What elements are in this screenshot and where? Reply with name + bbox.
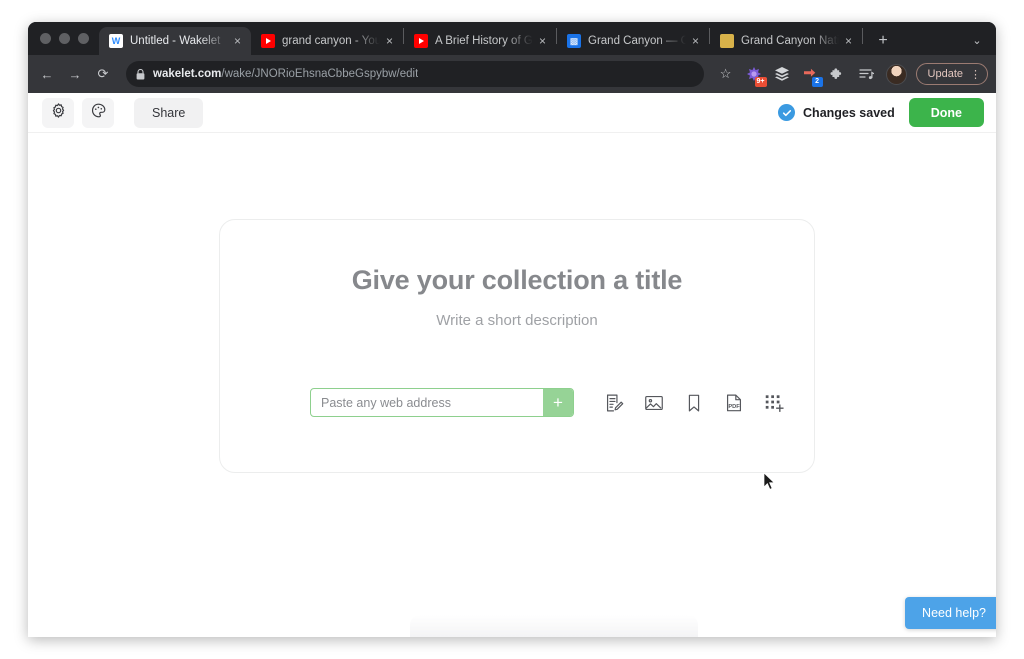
browser-tab-brief-history[interactable]: A Brief History of Grand Ca ×: [404, 27, 556, 55]
text-note-icon[interactable]: [602, 391, 626, 415]
url-path: /wake/JNORioEhsnaCbbeGspybw/edit: [221, 68, 419, 80]
done-button[interactable]: Done: [908, 98, 984, 127]
browser-tab-google-arts[interactable]: ▩ Grand Canyon — Google A ×: [557, 27, 709, 55]
pocket-save-icon[interactable]: 2: [798, 62, 823, 87]
need-help-button[interactable]: Need help?: [905, 597, 996, 629]
bottom-panel-edge: [410, 615, 698, 637]
extension-puzzle-burst-icon[interactable]: 9+: [742, 62, 767, 87]
profile-avatar[interactable]: [885, 63, 907, 85]
collection-title-placeholder[interactable]: Give your collection a title: [220, 265, 814, 296]
browser-tab-nps-grand-canyon[interactable]: Grand Canyon National Pa ×: [710, 27, 862, 55]
minimize-window-button[interactable]: [59, 33, 70, 44]
chrome-menu-icon[interactable]: ⋮: [970, 68, 981, 81]
status-label: Changes saved: [803, 105, 895, 120]
close-tab-icon[interactable]: ×: [841, 34, 856, 49]
browser-tab-wakelet[interactable]: W Untitled - Wakelet ×: [99, 27, 251, 55]
google-arts-icon: ▩: [567, 34, 581, 48]
share-button[interactable]: Share: [134, 97, 204, 128]
palette-icon: [90, 102, 107, 124]
nps-icon: [720, 34, 734, 48]
svg-text:PDF: PDF: [728, 404, 740, 410]
theme-button[interactable]: [82, 97, 114, 128]
wakelet-icon: W: [109, 34, 123, 48]
check-circle-icon: [778, 104, 796, 121]
browser-toolbar: ← → ⟳ wakelet.com/wake/JNORioEhsnaCbbeGs…: [28, 55, 996, 93]
maximize-window-button[interactable]: [78, 33, 89, 44]
extensions-puzzle-icon[interactable]: [826, 62, 850, 86]
grid-add-icon[interactable]: [762, 391, 786, 415]
address-bar[interactable]: wakelet.com/wake/JNORioEhsnaCbbeGspybw/e…: [126, 61, 704, 87]
youtube-icon: [414, 34, 428, 48]
tab-title: Grand Canyon — Google A: [588, 35, 686, 47]
close-tab-icon[interactable]: ×: [382, 34, 397, 49]
close-tab-icon[interactable]: ×: [535, 34, 550, 49]
update-button[interactable]: Update ⋮: [915, 63, 988, 85]
url-input-group: +: [310, 388, 574, 417]
collection-description-placeholder[interactable]: Write a short description: [220, 312, 814, 329]
bookmark-icon[interactable]: [682, 391, 706, 415]
image-icon[interactable]: [642, 391, 666, 415]
layers-stack-icon[interactable]: [770, 62, 794, 86]
app-header-right: Changes saved Done: [778, 98, 984, 127]
extension-badge: 9+: [754, 77, 767, 87]
youtube-icon: [261, 34, 275, 48]
mouse-cursor: [763, 472, 776, 496]
content-type-toolbar: PDF: [602, 391, 786, 415]
tab-title: A Brief History of Grand Ca: [435, 35, 533, 47]
window-traffic-lights: [34, 22, 99, 55]
status-badge: Changes saved: [778, 104, 895, 121]
tab-title: grand canyon - YouTube: [282, 35, 380, 47]
bookmark-star-icon[interactable]: ☆: [714, 62, 738, 86]
address-bar-url: wakelet.com/wake/JNORioEhsnaCbbeGspybw/e…: [153, 68, 418, 80]
url-input[interactable]: [311, 389, 543, 416]
add-content-row: +: [310, 388, 786, 417]
wakelet-app-header: Share Changes saved Done: [28, 93, 996, 133]
settings-button[interactable]: [42, 97, 74, 128]
extension-badge: 2: [811, 77, 823, 87]
tab-title: Grand Canyon National Pa: [741, 35, 839, 47]
reading-list-icon[interactable]: [854, 62, 878, 86]
new-tab-button[interactable]: +: [869, 27, 897, 55]
page-viewport: Share Changes saved Done Give your colle…: [28, 93, 996, 637]
lock-icon: [136, 68, 145, 80]
url-domain: wakelet.com: [153, 68, 222, 80]
tab-divider: [862, 27, 863, 44]
back-arrow-icon[interactable]: ←: [34, 61, 60, 87]
forward-arrow-icon[interactable]: →: [62, 61, 88, 87]
update-label: Update: [927, 68, 963, 80]
browser-window: W Untitled - Wakelet × grand canyon - Yo…: [28, 22, 996, 637]
tab-search-chevron-down-icon[interactable]: ⌄: [966, 29, 988, 51]
browser-tab-youtube-grand-canyon[interactable]: grand canyon - YouTube ×: [251, 27, 403, 55]
tab-title: Untitled - Wakelet: [130, 35, 221, 47]
close-tab-icon[interactable]: ×: [230, 34, 245, 49]
tab-strip: W Untitled - Wakelet × grand canyon - Yo…: [28, 22, 996, 55]
close-tab-icon[interactable]: ×: [688, 34, 703, 49]
reload-icon[interactable]: ⟳: [90, 61, 116, 87]
collection-card: Give your collection a title Write a sho…: [219, 219, 815, 473]
close-window-button[interactable]: [40, 33, 51, 44]
pdf-icon[interactable]: PDF: [722, 391, 746, 415]
add-url-button[interactable]: +: [543, 389, 573, 416]
gear-icon: [50, 102, 67, 124]
